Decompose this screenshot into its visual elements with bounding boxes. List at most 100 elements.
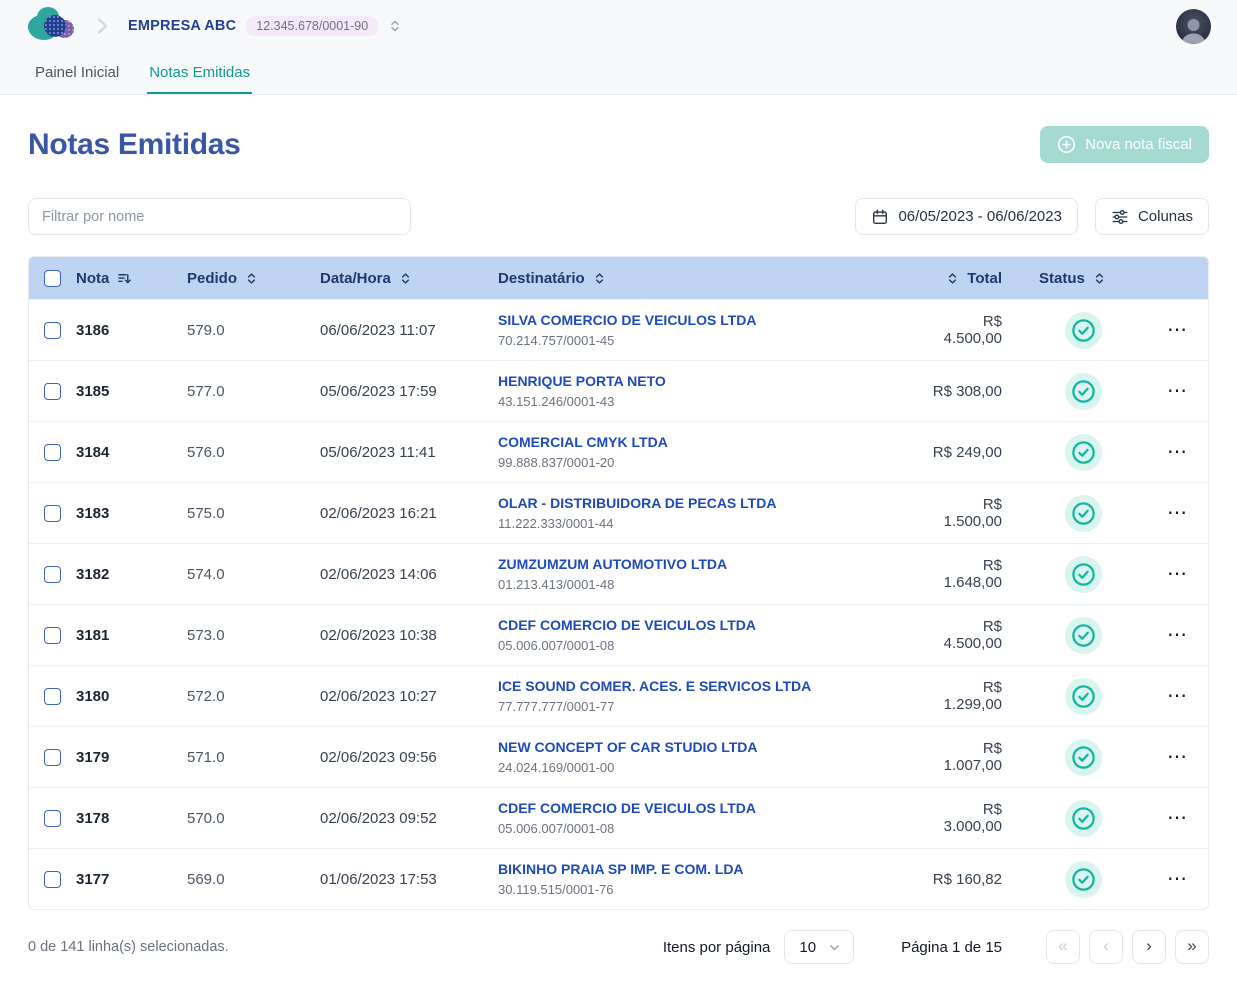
cell-status [1029, 312, 1147, 349]
row-actions-button[interactable]: ⋯ [1159, 499, 1196, 527]
cell-data-hora: 06/06/2023 11:07 [320, 322, 498, 339]
topbar-row: EMPRESA ABC 12.345.678/0001-90 [0, 0, 1237, 52]
first-page-button[interactable]: « [1046, 930, 1080, 964]
column-header-total[interactable]: Total [925, 270, 1029, 287]
cell-total: R$ 4.500,00 [925, 313, 1029, 347]
new-invoice-button[interactable]: Nova nota fiscal [1040, 126, 1209, 163]
items-per-page-value: 10 [799, 939, 816, 956]
column-header-data-hora[interactable]: Data/Hora [320, 270, 498, 287]
row-actions-button[interactable]: ⋯ [1159, 316, 1196, 344]
cell-data-hora: 02/06/2023 16:21 [320, 505, 498, 522]
cell-destinatario: ZUMZUMZUM AUTOMOTIVO LTDA 01.213.413/000… [498, 556, 925, 592]
status-success-icon [1065, 739, 1102, 776]
row-actions-button[interactable]: ⋯ [1159, 621, 1196, 649]
sort-descending-icon [117, 271, 132, 286]
previous-page-button[interactable]: ‹ [1089, 930, 1123, 964]
cell-total: R$ 308,00 [925, 383, 1029, 400]
tab-notas-emitidas[interactable]: Notas Emitidas [147, 52, 252, 94]
app-logo-icon[interactable] [28, 6, 78, 46]
destinatario-link[interactable]: CDEF COMERCIO DE VEICULOS LTDA [498, 617, 925, 635]
destinatario-cnpj: 01.213.413/0001-48 [498, 577, 925, 592]
status-success-icon [1065, 556, 1102, 593]
row-checkbox[interactable] [44, 627, 61, 644]
destinatario-link[interactable]: CDEF COMERCIO DE VEICULOS LTDA [498, 800, 925, 818]
table-row: 3180 572.0 02/06/2023 10:27 ICE SOUND CO… [29, 665, 1208, 726]
row-checkbox[interactable] [44, 688, 61, 705]
row-actions-button[interactable]: ⋯ [1159, 377, 1196, 405]
user-avatar[interactable] [1176, 9, 1211, 44]
row-actions-button[interactable]: ⋯ [1159, 865, 1196, 893]
cell-destinatario: ICE SOUND COMER. ACES. E SERVICOS LTDA 7… [498, 678, 925, 714]
destinatario-link[interactable]: BIKINHO PRAIA SP IMP. E COM. LDA [498, 861, 925, 879]
destinatario-link[interactable]: ICE SOUND COMER. ACES. E SERVICOS LTDA [498, 678, 925, 696]
pager: « ‹ › » [1046, 930, 1209, 964]
company-switcher[interactable]: EMPRESA ABC 12.345.678/0001-90 [128, 16, 402, 36]
cell-pedido: 575.0 [187, 505, 320, 522]
column-header-pedido[interactable]: Pedido [187, 270, 320, 287]
sliders-icon [1111, 208, 1129, 226]
destinatario-cnpj: 05.006.007/0001-08 [498, 638, 925, 653]
cell-nota: 3178 [76, 810, 187, 827]
cell-pedido: 571.0 [187, 749, 320, 766]
row-checkbox[interactable] [44, 566, 61, 583]
row-checkbox[interactable] [44, 444, 61, 461]
columns-button-label: Colunas [1138, 208, 1193, 225]
breadcrumb-chevron-icon [92, 16, 112, 36]
last-page-button[interactable]: » [1175, 930, 1209, 964]
cell-status [1029, 495, 1147, 532]
destinatario-link[interactable]: SILVA COMERCIO DE VEICULOS LTDA [498, 312, 925, 330]
cell-status [1029, 434, 1147, 471]
cell-destinatario: NEW CONCEPT OF CAR STUDIO LTDA 24.024.16… [498, 739, 925, 775]
destinatario-link[interactable]: COMERCIAL CMYK LTDA [498, 434, 925, 452]
select-all-checkbox[interactable] [44, 270, 61, 287]
destinatario-link[interactable]: ZUMZUMZUM AUTOMOTIVO LTDA [498, 556, 925, 574]
row-checkbox[interactable] [44, 810, 61, 827]
table-row: 3177 569.0 01/06/2023 17:53 BIKINHO PRAI… [29, 848, 1208, 909]
items-per-page-select[interactable]: 10 [784, 930, 854, 964]
row-actions-button[interactable]: ⋯ [1159, 743, 1196, 771]
row-checkbox[interactable] [44, 322, 61, 339]
destinatario-link[interactable]: OLAR - DISTRIBUIDORA DE PECAS LTDA [498, 495, 925, 513]
page-indicator: Página 1 de 15 [901, 939, 1002, 956]
destinatario-link[interactable]: HENRIQUE PORTA NETO [498, 373, 925, 391]
cell-total: R$ 1.299,00 [925, 679, 1029, 713]
column-header-status[interactable]: Status [1029, 270, 1147, 287]
cell-pedido: 570.0 [187, 810, 320, 827]
cell-pedido: 573.0 [187, 627, 320, 644]
row-checkbox[interactable] [44, 383, 61, 400]
row-checkbox[interactable] [44, 749, 61, 766]
columns-button[interactable]: Colunas [1095, 198, 1209, 235]
row-actions-button[interactable]: ⋯ [1159, 560, 1196, 588]
next-page-button[interactable]: › [1132, 930, 1166, 964]
column-header-nota[interactable]: Nota [76, 270, 187, 287]
cell-data-hora: 01/06/2023 17:53 [320, 871, 498, 888]
main-nav-tabs: Painel Inicial Notas Emitidas [0, 52, 1237, 94]
chevrons-up-down-icon [245, 272, 258, 285]
destinatario-cnpj: 30.119.515/0001-76 [498, 882, 925, 897]
cell-pedido: 576.0 [187, 444, 320, 461]
date-range-button[interactable]: 06/05/2023 - 06/06/2023 [855, 198, 1077, 235]
main-content: Notas Emitidas Nova nota fiscal 0 [0, 126, 1237, 967]
cell-data-hora: 02/06/2023 10:27 [320, 688, 498, 705]
app: EMPRESA ABC 12.345.678/0001-90 Painel In… [0, 0, 1237, 967]
row-actions-button[interactable]: ⋯ [1159, 438, 1196, 466]
table-footer: 0 de 141 linha(s) selecionadas. Itens po… [28, 927, 1209, 967]
row-checkbox[interactable] [44, 871, 61, 888]
destinatario-cnpj: 99.888.837/0001-20 [498, 455, 925, 470]
cell-data-hora: 05/06/2023 11:41 [320, 444, 498, 461]
status-success-icon [1065, 800, 1102, 837]
cell-nota: 3183 [76, 505, 187, 522]
row-actions-button[interactable]: ⋯ [1159, 682, 1196, 710]
cell-total: R$ 1.500,00 [925, 496, 1029, 530]
table-row: 3184 576.0 05/06/2023 11:41 COMERCIAL CM… [29, 421, 1208, 482]
cell-status [1029, 617, 1147, 654]
status-success-icon [1065, 373, 1102, 410]
tab-painel-inicial[interactable]: Painel Inicial [33, 52, 121, 94]
row-actions-button[interactable]: ⋯ [1159, 804, 1196, 832]
column-header-destinatario[interactable]: Destinatário [498, 270, 925, 287]
destinatario-cnpj: 24.024.169/0001-00 [498, 760, 925, 775]
cell-status [1029, 373, 1147, 410]
row-checkbox[interactable] [44, 505, 61, 522]
name-filter-input[interactable] [28, 198, 411, 235]
destinatario-link[interactable]: NEW CONCEPT OF CAR STUDIO LTDA [498, 739, 925, 757]
